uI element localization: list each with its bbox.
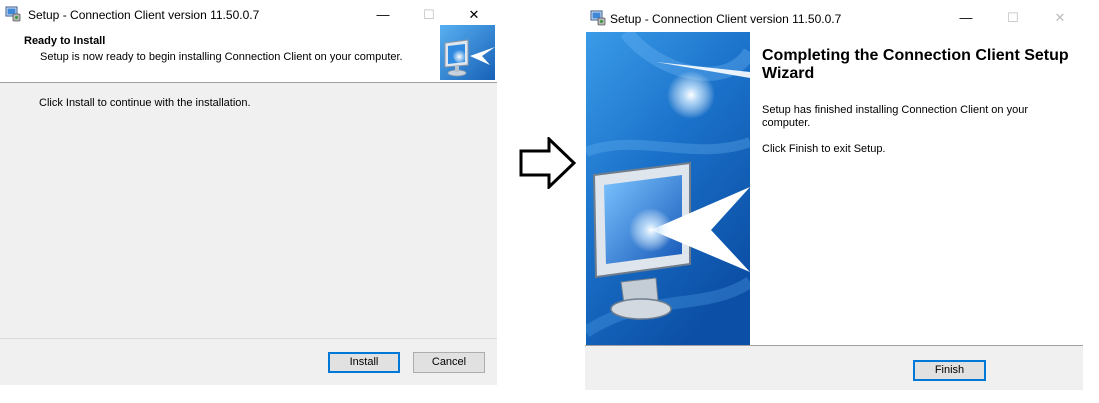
title-bar[interactable]: Setup - Connection Client version 11.50.… [0,0,497,30]
title-bar[interactable]: Setup - Connection Client version 11.50.… [585,4,1083,32]
maximize-button[interactable]: ☐ [990,4,1036,32]
minimize-button[interactable]: — [943,4,989,32]
install-button[interactable]: Install [328,352,400,373]
instruction-text: Click Install to continue with the insta… [39,97,251,109]
monitor-arrow-icon [440,25,495,80]
page-title: Ready to Install [24,35,106,47]
wizard-banner-image [582,27,756,345]
completion-text: Setup has finished installing Connection… [762,104,1028,129]
wizard-content: Completing the Connection Client Setup W… [751,32,1083,345]
page-subtitle: Setup is now ready to begin installing C… [40,51,403,63]
window-title: Setup - Connection Client version 11.50.… [610,12,842,26]
setup-window-complete: Setup - Connection Client version 11.50.… [582,4,1083,390]
setup-app-icon [5,6,21,22]
close-button[interactable]: ✕ [1037,4,1083,32]
finish-button[interactable]: Finish [913,360,986,381]
footer-divider [0,338,497,339]
page-title: Completing the Connection Client Setup W… [762,47,1069,82]
window-title: Setup - Connection Client version 11.50.… [28,8,260,22]
exit-instruction: Click Finish to exit Setup. [762,143,886,155]
wizard-header: Ready to Install Setup is now ready to b… [0,25,497,82]
setup-app-icon [590,10,606,26]
right-arrow-icon [519,135,577,191]
setup-window-ready: Setup - Connection Client version 11.50.… [0,0,497,385]
cancel-button[interactable]: Cancel [413,352,485,373]
wizard-body: Click Install to continue with the insta… [0,83,497,385]
minimize-button[interactable]: — [360,0,406,30]
wizard-footer: Finish [585,346,1083,390]
